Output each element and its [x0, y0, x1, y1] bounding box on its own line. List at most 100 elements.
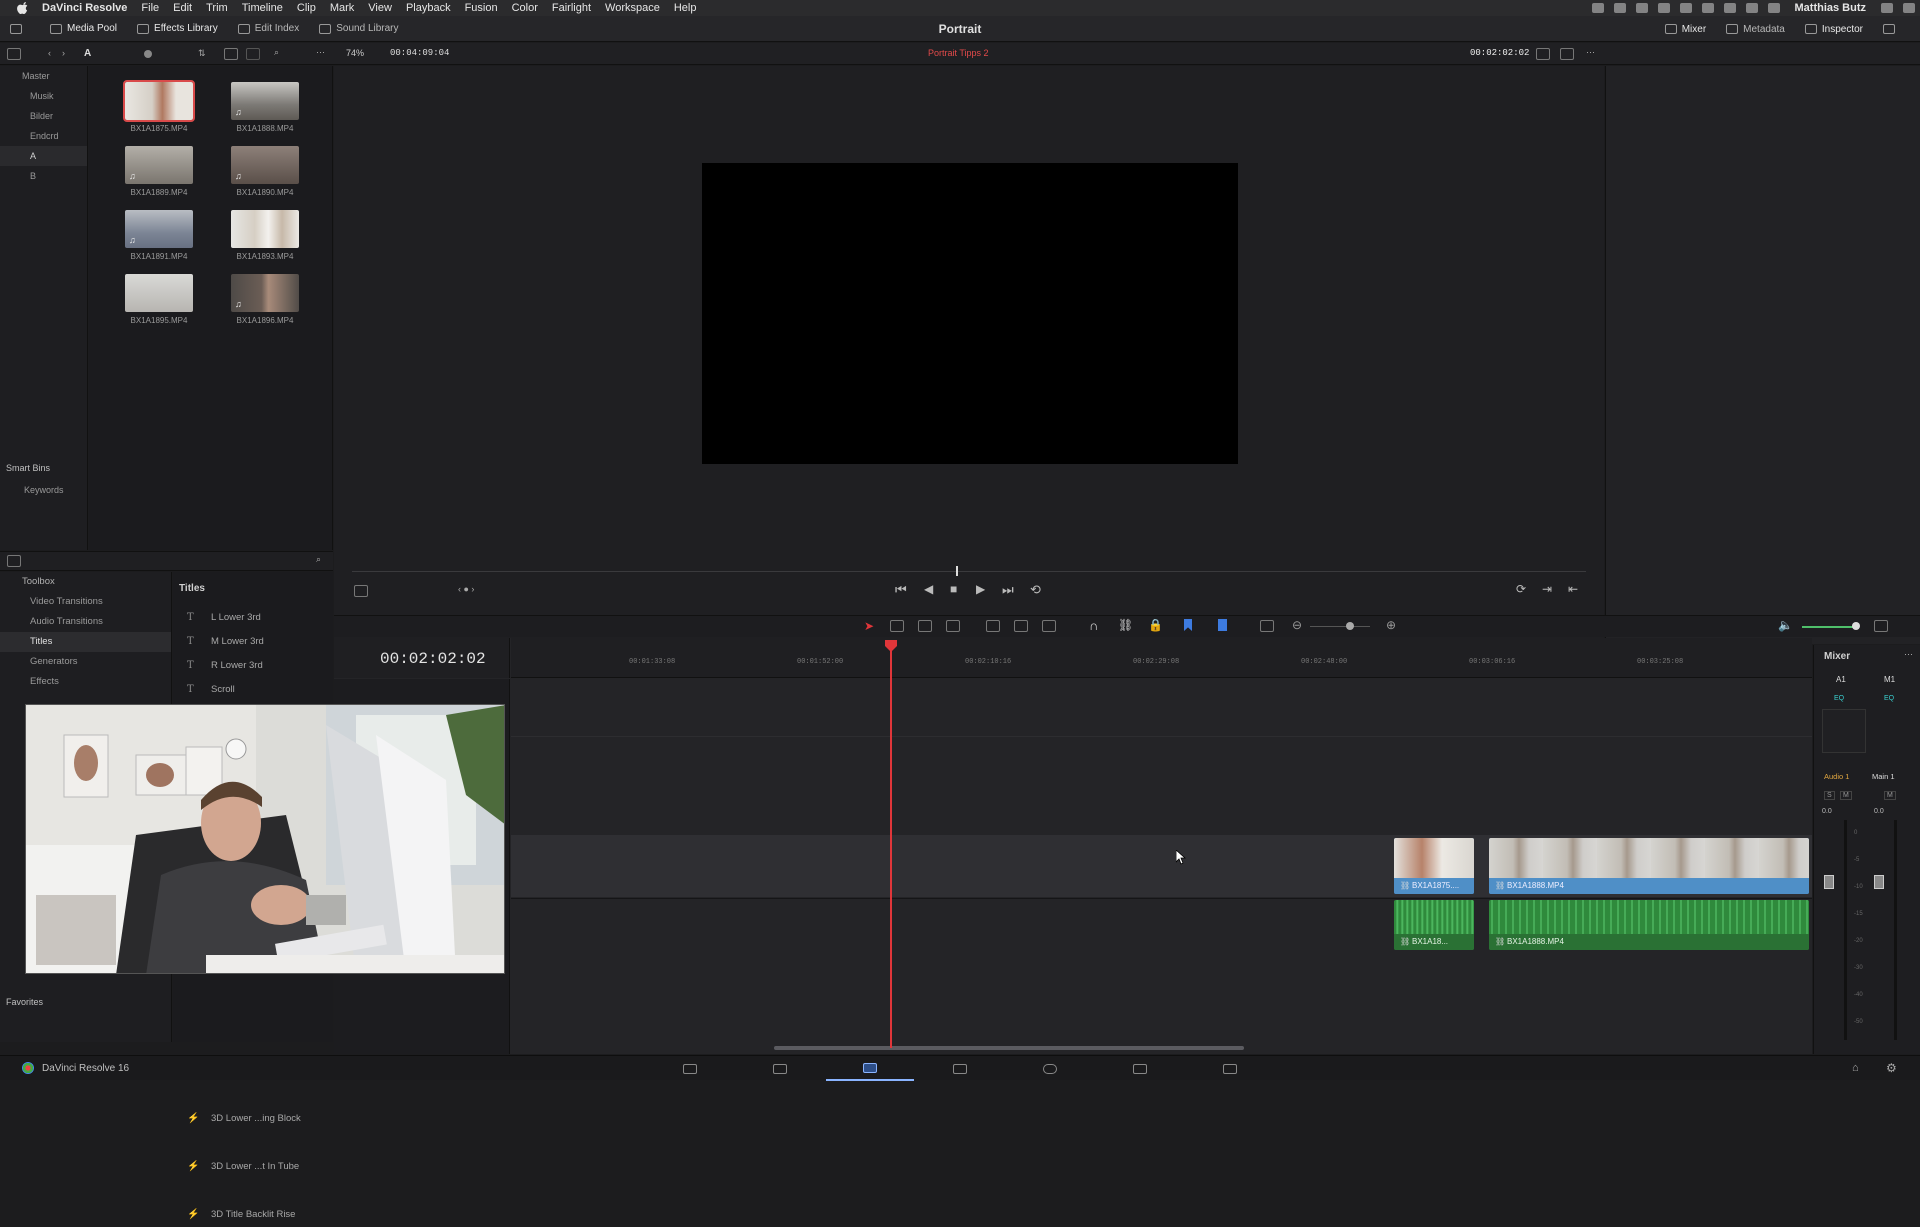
menu-fairlight[interactable]: Fairlight — [552, 2, 591, 14]
jog-control-icon[interactable]: ‹ ● › — [458, 584, 474, 594]
next-edit-icon[interactable]: ⇥ — [1542, 582, 1552, 596]
mixer-more-icon[interactable]: ⋯ — [1904, 649, 1913, 660]
overwrite-clip-icon[interactable] — [1014, 620, 1028, 632]
screen-record-icon[interactable] — [1591, 3, 1604, 13]
bin-master[interactable]: Master — [0, 66, 87, 86]
timeline-horizontal-scrollbar[interactable] — [774, 1046, 1244, 1050]
zoom-in-icon[interactable]: ⊕ — [1386, 618, 1396, 632]
creative-cloud-icon[interactable] — [1635, 3, 1648, 13]
effects-effects[interactable]: Effects — [0, 672, 171, 692]
bin-musik[interactable]: Musik — [0, 86, 87, 106]
sound-library-button[interactable]: Sound Library — [309, 16, 408, 42]
bin-b[interactable]: B — [0, 166, 87, 186]
fusion-title-item[interactable]: ⚡ 3D Lower ...ing Block — [177, 1107, 329, 1131]
menu-timeline[interactable]: Timeline — [242, 2, 283, 14]
effects-panel-toggle-icon[interactable] — [7, 555, 21, 567]
solo-button[interactable]: S — [1824, 791, 1835, 800]
list-view-icon[interactable] — [246, 48, 260, 60]
sidebar-toggle-icon[interactable] — [7, 48, 21, 60]
menu-clip[interactable]: Clip — [297, 2, 316, 14]
flag-icon[interactable] — [1184, 619, 1192, 631]
sort-icon[interactable]: ⇅ — [198, 48, 206, 59]
loop-icon[interactable]: ⟲ — [1030, 582, 1041, 598]
main1-fader[interactable] — [1874, 875, 1884, 889]
stop-icon[interactable]: ■ — [950, 582, 957, 596]
toolbox-group[interactable]: Toolbox — [0, 572, 171, 592]
fusion-title-item[interactable]: ⚡ 3D Title Backlit Rise — [177, 1203, 329, 1227]
zoom-slider-track[interactable] — [1310, 626, 1370, 627]
effects-generators[interactable]: Generators — [0, 652, 171, 672]
title-item[interactable]: T R Lower 3rd — [177, 654, 329, 678]
user-name[interactable]: Matthias Butz — [1795, 2, 1867, 14]
effects-search-icon[interactable]: ⌕ — [316, 554, 321, 565]
volume-slider-handle[interactable] — [1852, 622, 1860, 630]
play-reverse-icon[interactable]: ◀ — [924, 582, 933, 596]
trim-tool-icon[interactable] — [890, 620, 904, 632]
selection-tool-icon[interactable]: ➤ — [864, 619, 874, 633]
media-clip[interactable]: ♫ BX1A1889.MP4 — [125, 146, 193, 206]
linked-selection-icon[interactable]: ⛓ — [1118, 618, 1133, 632]
media-clip[interactable]: ♫ BX1A1896.MP4 — [231, 274, 299, 334]
pan-control[interactable] — [1822, 709, 1866, 753]
notification-center-icon[interactable] — [1903, 3, 1915, 13]
audio-clip[interactable]: ⛓ BX1A18... — [1394, 900, 1474, 950]
bin-bilder[interactable]: Bilder — [0, 106, 87, 126]
go-to-start-icon[interactable]: ⏮ — [895, 582, 907, 598]
title-item[interactable]: T Scroll — [177, 678, 329, 702]
match-frame-icon[interactable]: ⟳ — [1516, 582, 1526, 596]
apple-icon[interactable] — [16, 2, 30, 14]
menu-trim[interactable]: Trim — [206, 2, 228, 14]
volume-slider-track[interactable] — [1802, 626, 1858, 628]
media-clip[interactable]: ♫ BX1A1890.MP4 — [231, 146, 299, 206]
viewer-frame[interactable] — [702, 163, 1238, 464]
effects-video-transitions[interactable]: Video Transitions — [0, 592, 171, 612]
blade-tool-icon[interactable] — [946, 620, 960, 632]
metadata-button[interactable]: Metadata — [1716, 16, 1795, 42]
video-clip[interactable]: ⛓ BX1A1875.... — [1394, 838, 1474, 894]
eq-m1-button[interactable]: EQ — [1884, 695, 1894, 702]
title-item[interactable]: T M Lower 3rd — [177, 630, 329, 654]
audio1-fader[interactable] — [1824, 875, 1834, 889]
zoom-slider-handle[interactable] — [1346, 622, 1354, 630]
settings-gear-icon[interactable]: ⚙ — [1886, 1061, 1897, 1075]
spotlight-icon[interactable] — [1881, 3, 1893, 13]
fullscreen-toggle-button[interactable] — [1873, 16, 1910, 42]
media-clip[interactable]: BX1A1875.MP4 — [123, 80, 195, 142]
effects-audio-transitions[interactable]: Audio Transitions — [0, 612, 171, 632]
media-clip[interactable]: BX1A1893.MP4 — [231, 210, 299, 270]
main-mute-button[interactable]: M — [1884, 791, 1896, 800]
viewer-scrubber-handle[interactable] — [956, 566, 958, 576]
title-item[interactable]: T L Lower 3rd — [177, 606, 329, 630]
wifi-icon[interactable] — [1745, 3, 1758, 13]
media-page-button[interactable] — [660, 1056, 720, 1081]
viewer-more-icon[interactable]: ⋯ — [1586, 47, 1595, 58]
position-lock-icon[interactable]: 🔒 — [1148, 618, 1163, 632]
cut-page-button[interactable] — [750, 1056, 810, 1081]
playback-settings-icon[interactable] — [1536, 48, 1550, 60]
app-menu[interactable]: DaVinci Resolve — [42, 2, 127, 14]
clock-icon[interactable] — [1767, 3, 1780, 13]
mute-button[interactable]: M — [1840, 791, 1852, 800]
bin-a[interactable]: A — [0, 146, 87, 166]
audio-clip[interactable]: ⛓ BX1A1888.MP4 — [1489, 900, 1809, 950]
clip-view-icon[interactable] — [354, 585, 368, 597]
messages-icon[interactable] — [1679, 3, 1692, 13]
viewer-scrubber-track[interactable] — [352, 571, 1586, 572]
cloud-icon[interactable] — [1657, 3, 1670, 13]
workspace-toggle-button[interactable] — [0, 16, 40, 42]
menu-file[interactable]: File — [141, 2, 159, 14]
previous-edit-icon[interactable]: ⇤ — [1568, 582, 1578, 596]
fairlight-page-button[interactable] — [1110, 1056, 1170, 1081]
full-extent-zoom-icon[interactable] — [1260, 620, 1274, 632]
eq-a1-button[interactable]: EQ — [1834, 695, 1844, 702]
insert-clip-icon[interactable] — [986, 620, 1000, 632]
menu-view[interactable]: View — [368, 2, 392, 14]
menu-playback[interactable]: Playback — [406, 2, 451, 14]
viewer-mode-icon[interactable] — [1560, 48, 1574, 60]
media-clip[interactable]: ♫ BX1A1891.MP4 — [125, 210, 193, 270]
timeline-selector[interactable]: Portrait Tipps 2 — [928, 48, 989, 58]
video-clip[interactable]: ⛓ BX1A1888.MP4 — [1489, 838, 1809, 894]
mixer-button[interactable]: Mixer — [1655, 16, 1716, 42]
menu-fusion[interactable]: Fusion — [465, 2, 498, 14]
grid-view-icon[interactable] — [224, 48, 238, 60]
